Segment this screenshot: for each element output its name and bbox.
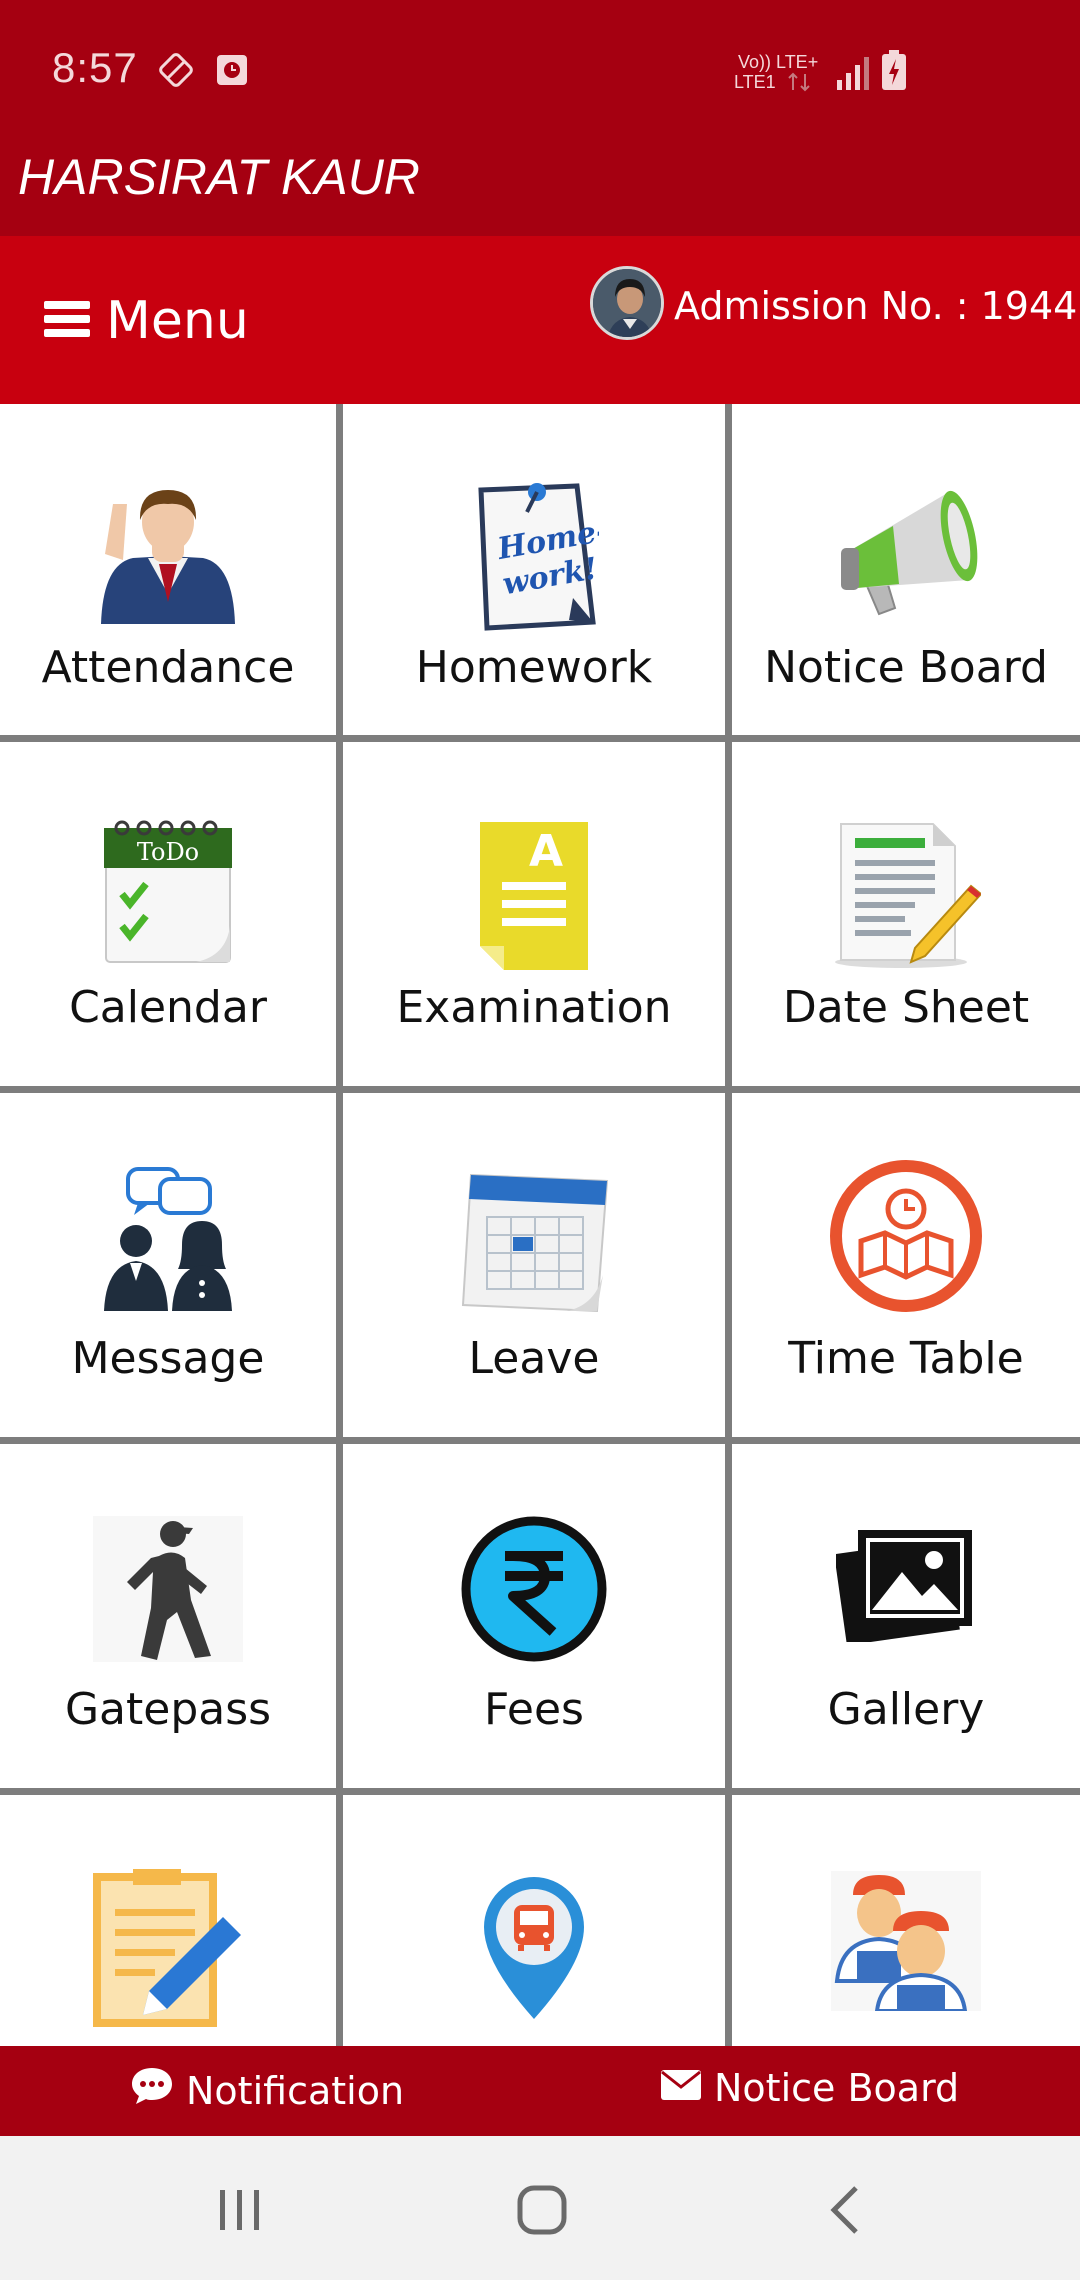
tile-notice-board[interactable]: Notice Board [732,404,1080,735]
tile-time-table[interactable]: Time Table [732,1093,1080,1437]
tile-attendance[interactable]: Attendance [0,404,336,735]
tile-gatepass[interactable]: Gatepass [0,1444,336,1788]
tile-homework[interactable]: Home- work! Homework [343,404,725,735]
tile-staff[interactable] [732,1795,1080,2046]
grid-divider [0,1437,1080,1444]
tile-label: Notice Board [764,642,1048,693]
hamburger-icon [44,299,90,343]
admission-number: Admission No. : 1944 [674,284,1078,328]
grid-divider [0,1788,1080,1795]
network-label-bottom: LTE1 [734,72,776,92]
menu-button[interactable]: Menu [44,286,249,356]
grid-divider [336,404,343,2046]
grid-divider [725,404,732,2046]
tile-label: Calendar [69,982,267,1033]
tile-examination[interactable]: A Examination [343,742,725,1086]
grid-divider [0,1086,1080,1093]
tile-label: Gatepass [64,1684,272,1735]
status-bar: 8:57 Vo)) LTE+ LTE1 [0,0,1080,140]
bottom-bar: Notification Notice Board [0,2046,1080,2136]
data-arrows-icon [786,72,812,96]
student-avatar[interactable] [590,266,664,340]
svg-text:ToDo: ToDo [137,838,199,866]
tile-fees[interactable]: Fees [343,1444,725,1788]
tile-notes[interactable] [0,1795,336,2046]
notice-board-button[interactable]: Notice Board [660,2066,959,2110]
recent-apps-icon[interactable] [210,2180,270,2240]
back-icon[interactable] [816,2180,876,2240]
exam-paper-icon: A [476,820,592,978]
tile-transport[interactable] [343,1795,725,2046]
clock-map-icon [829,1159,983,1317]
tile-gallery[interactable]: Gallery [732,1444,1080,1788]
menu-bar: Menu Admission No. : 1944 [0,236,1080,404]
chat-bubble-icon [130,2066,186,2115]
grid-divider [0,735,1080,742]
homework-note-icon: Home- work! [469,482,611,636]
network-label-top: Vo)) LTE+ [738,52,819,72]
clock-app-icon [216,54,248,90]
tile-date-sheet[interactable]: Date Sheet [732,742,1080,1086]
tile-label: Date Sheet [782,982,1030,1033]
megaphone-icon [831,484,981,634]
document-pencil-icon [831,820,983,974]
signal-app-icon [156,50,196,94]
staff-icon [831,1871,981,2015]
svg-text:A: A [529,826,563,877]
tile-label: Attendance [41,642,295,693]
tile-label: Fees [484,1684,584,1735]
tile-leave[interactable]: Leave [343,1093,725,1437]
status-time: 8:57 [52,44,138,91]
student-icon [93,484,243,628]
envelope-icon [660,2066,714,2110]
notification-button[interactable]: Notification [130,2066,404,2115]
chat-people-icon [98,1165,238,1315]
module-grid: Attendance Home- work! Homework Notice B… [0,404,1080,2046]
rupee-icon [461,1516,607,1666]
todo-calendar-icon: ToDo [100,820,236,970]
tile-label: Gallery [827,1684,985,1735]
tile-calendar[interactable]: ToDo Calendar [0,742,336,1086]
tile-label: Time Table [788,1333,1024,1384]
photos-icon [834,1522,976,1646]
notes-edit-icon [93,1869,243,2033]
notice-board-label: Notice Board [714,2066,960,2110]
battery-charging-icon [880,50,908,96]
bus-location-icon [476,1871,592,2025]
home-icon[interactable] [512,2180,572,2240]
signal-strength-icon [836,56,872,94]
leave-calendar-icon [457,1165,611,1319]
tile-label: Leave [468,1333,600,1384]
system-nav-bar [0,2136,1080,2280]
student-name-title: HARSIRAT KAUR [18,149,420,205]
tile-message[interactable]: Message [0,1093,336,1437]
tile-label: Message [71,1333,265,1384]
menu-label: Menu [106,291,249,351]
tile-label: Homework [415,642,653,693]
tile-label: Examination [396,982,672,1033]
notification-label: Notification [186,2068,405,2113]
walking-person-icon [93,1516,243,1666]
